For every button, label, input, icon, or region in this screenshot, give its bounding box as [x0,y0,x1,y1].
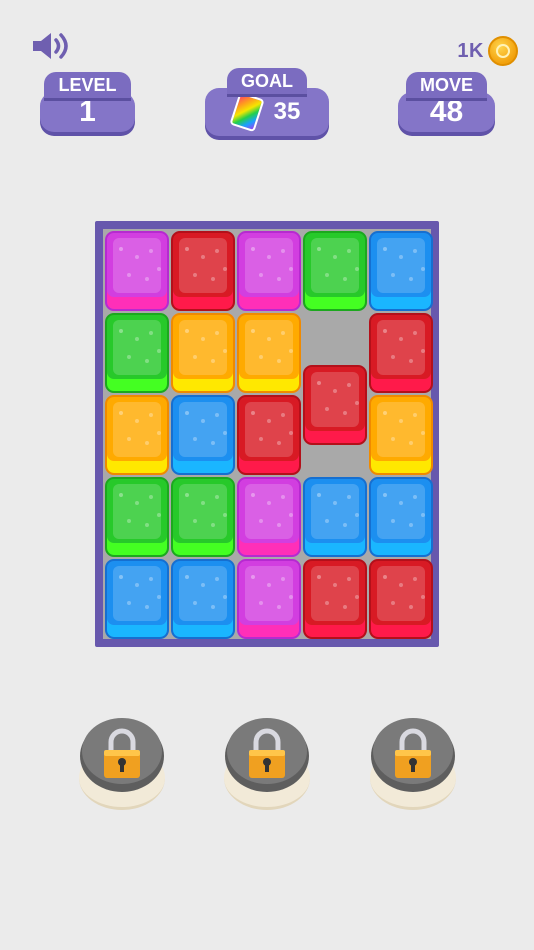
blue-block[interactable] [369,231,433,311]
purple-block[interactable] [237,477,301,557]
locked-slot-1[interactable] [79,718,165,810]
board-grid [103,229,433,639]
goal-label: GOAL [227,68,307,94]
goal-value: 35 [273,98,301,125]
level-panel: LEVEL 1 [40,72,135,132]
red-block[interactable] [303,559,367,639]
blue-block[interactable] [303,477,367,557]
blue-block[interactable] [369,477,433,557]
red-block[interactable] [171,231,235,311]
green-block[interactable] [171,477,235,557]
coin-amount: 1K [457,39,484,62]
goal-panel: GOAL 35 [205,68,329,136]
padlock-icon [104,728,140,778]
red-block[interactable] [369,559,433,639]
blue-block[interactable] [105,559,169,639]
coin-icon [488,36,518,66]
red-block[interactable] [369,313,433,393]
orange-block[interactable] [171,313,235,393]
move-panel: MOVE 48 [398,72,495,132]
speaker-icon [33,33,68,59]
sound-toggle-button[interactable] [30,30,72,62]
purple-block[interactable] [237,559,301,639]
rainbow-block-icon [229,91,265,133]
green-block[interactable] [105,477,169,557]
move-label: MOVE [405,72,487,98]
goal-value-box: 35 [205,88,329,136]
level-value: 1 [79,95,96,128]
orange-block[interactable] [105,395,169,475]
red-block[interactable] [303,365,367,445]
locked-slot-3[interactable] [370,718,456,810]
coin-counter: 1K [457,36,518,66]
purple-block[interactable] [237,231,301,311]
blue-block[interactable] [171,559,235,639]
level-label: LEVEL [44,72,131,98]
purple-block[interactable] [105,231,169,311]
green-block[interactable] [105,313,169,393]
locked-slot-2[interactable] [224,718,310,810]
padlock-icon [395,728,431,778]
blue-block[interactable] [171,395,235,475]
game-board [95,221,439,647]
green-block[interactable] [303,231,367,311]
move-value-box: 48 [398,92,495,132]
orange-block[interactable] [369,395,433,475]
red-block[interactable] [237,395,301,475]
move-value: 48 [429,95,464,128]
level-value-box: 1 [40,92,135,132]
padlock-icon [249,728,285,778]
orange-block[interactable] [237,313,301,393]
